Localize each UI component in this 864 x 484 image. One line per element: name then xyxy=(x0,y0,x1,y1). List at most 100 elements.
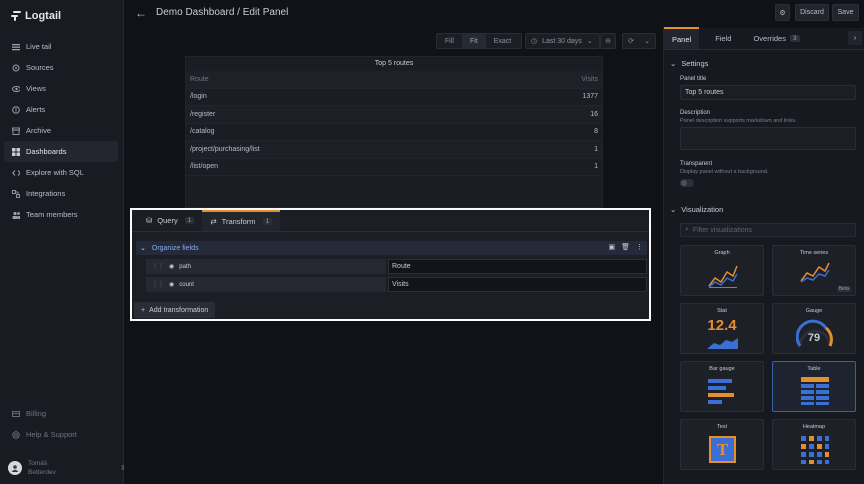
settings-button[interactable]: ⚙ xyxy=(775,4,790,21)
panel-preview-title: Top 5 routes xyxy=(374,60,414,67)
table-row: /register 16 xyxy=(186,106,602,124)
column-header-visits[interactable]: Visits xyxy=(581,76,598,83)
sidebar-item-label: Team members xyxy=(26,210,78,219)
sidebar-item-label: Alerts xyxy=(26,105,46,114)
tab-field[interactable]: Field xyxy=(707,27,739,49)
eye-icon[interactable]: ◉ xyxy=(169,263,174,270)
top-bar: ← Demo Dashboard / Edit Panel ⚙ Discard … xyxy=(125,0,864,26)
settings-section-header[interactable]: ⌄ Settings xyxy=(670,59,708,68)
sidebar-item-billing[interactable]: Billing xyxy=(4,403,118,424)
column-header-route[interactable]: Route xyxy=(190,76,209,83)
view-mode-exact[interactable]: Exact xyxy=(486,34,520,48)
sidebar-item-team-members[interactable]: Team members xyxy=(4,204,118,225)
gauge-viz-sample: 79 xyxy=(807,332,821,344)
page-title: Demo Dashboard / Edit Panel xyxy=(156,7,289,18)
cell-route: /project/purchasing/list xyxy=(190,145,260,153)
viz-card-text[interactable]: Text T xyxy=(680,419,764,470)
viz-card-stat[interactable]: Stat 12.4 xyxy=(680,303,764,354)
visualization-section-title: Visualization xyxy=(681,205,724,214)
transparent-toggle[interactable] xyxy=(680,179,694,187)
drag-handle-icon[interactable]: ⋮⋮ xyxy=(152,263,164,270)
transformation-header[interactable]: ⌄ Organize fields ▣ 🗑 ⋮ xyxy=(136,241,647,255)
sidebar-item-views[interactable]: Views xyxy=(4,78,118,99)
debug-icon[interactable]: ▣ xyxy=(608,243,615,251)
sidebar-item-archive[interactable]: Archive xyxy=(4,120,118,141)
viz-card-gauge[interactable]: Gauge 79 xyxy=(772,303,856,354)
viz-card-graph[interactable]: Graph xyxy=(680,245,764,296)
user-name: Tomáš xyxy=(28,460,48,467)
description-textarea[interactable] xyxy=(680,127,856,150)
drag-handle-icon[interactable]: ⋮⋮ xyxy=(152,281,164,288)
viz-name: Gauge xyxy=(805,308,823,314)
tab-label: Overrides xyxy=(753,33,786,43)
field-name-cell: ⋮⋮ ◉ path xyxy=(146,259,386,274)
view-mode-fill[interactable]: Fill xyxy=(437,34,462,48)
clock-icon: ◷ xyxy=(531,38,538,45)
user-menu[interactable]: Tomáš Betterdev ⇕ xyxy=(8,459,126,477)
sidebar-item-alerts[interactable]: Alerts xyxy=(4,99,118,120)
collapse-pane-button[interactable]: › xyxy=(848,31,862,45)
help-icon xyxy=(12,430,20,439)
sidebar-item-dashboards[interactable]: Dashboards xyxy=(4,141,118,162)
cell-visits: 1 xyxy=(594,163,598,171)
visualization-search-input[interactable]: ⌕ Filter visualizations xyxy=(680,223,856,237)
field-row: ⋮⋮ ◉ path Route xyxy=(146,259,647,274)
tab-label: Query xyxy=(157,216,178,225)
discard-button[interactable]: Discard xyxy=(795,4,829,21)
sidebar-item-label: Help & Support xyxy=(26,430,77,439)
viz-card-table[interactable]: Table xyxy=(772,361,856,412)
add-transformation-label: Add transformation xyxy=(149,306,209,314)
save-button[interactable]: Save xyxy=(832,4,859,21)
cell-route: /register xyxy=(190,110,216,118)
field-rename-input[interactable]: Visits xyxy=(388,277,647,292)
cell-route: /list/open xyxy=(190,163,219,171)
sidebar-item-live-tail[interactable]: Live tail xyxy=(4,36,118,57)
viz-card-time-series[interactable]: Time series Beta xyxy=(772,245,856,296)
stat-viz-sample: 12.4 xyxy=(707,317,737,334)
field-rename-input[interactable]: Route xyxy=(388,259,647,274)
add-transformation-button[interactable]: + Add transformation xyxy=(134,302,216,318)
tab-label: Transform xyxy=(221,217,256,226)
cell-visits: 1377 xyxy=(582,93,598,101)
tab-query[interactable]: ⛁ Query 1 xyxy=(138,210,202,231)
search-icon: ⌕ xyxy=(685,226,689,233)
sidebar-item-integrations[interactable]: Integrations xyxy=(4,183,118,204)
table-row: /project/purchasing/list 1 xyxy=(186,141,602,159)
drag-handle-icon[interactable]: ⋮ xyxy=(636,243,643,251)
table-header-row: Route Visits xyxy=(186,71,602,89)
sidebar-item-explore-sql[interactable]: Explore with SQL xyxy=(4,162,118,183)
sidebar-item-help[interactable]: Help & Support xyxy=(4,424,118,445)
zoom-out-button[interactable]: ⊖ xyxy=(600,33,616,49)
cell-route: /catalog xyxy=(190,128,215,136)
panel-title-input[interactable]: Top 5 routes xyxy=(680,85,856,100)
field-name: path xyxy=(179,263,191,270)
gear-icon: ⚙ xyxy=(779,9,786,17)
cell-route: /login xyxy=(190,93,207,101)
refresh-icon: ⟳ xyxy=(628,38,634,45)
logtail-logo[interactable]: Logtail xyxy=(11,10,61,22)
description-hint: Panel description supports markdown and … xyxy=(680,118,797,124)
tab-panel[interactable]: Panel xyxy=(664,27,700,49)
sidebar-item-sources[interactable]: Sources xyxy=(4,57,118,78)
bar-gauge-viz-icon xyxy=(708,379,734,404)
sidebar-nav: Live tail Sources Views Alerts Archive D… xyxy=(4,36,118,225)
sidebar: Logtail Live tail Sources Views Alerts A… xyxy=(0,0,126,484)
viz-card-heatmap[interactable]: Heatmap xyxy=(772,419,856,470)
visualization-section-header[interactable]: ⌄ Visualization xyxy=(670,205,723,214)
settings-section-title: Settings xyxy=(681,59,709,68)
trash-icon[interactable]: 🗑 xyxy=(621,243,630,251)
viz-card-bar-gauge[interactable]: Bar gauge xyxy=(680,361,764,412)
sidebar-item-label: Views xyxy=(26,84,46,93)
refresh-button[interactable]: ⟳ ⌄ xyxy=(622,33,656,49)
sidebar-item-label: Explore with SQL xyxy=(26,168,84,177)
tab-transform[interactable]: ⇄ Transform 1 xyxy=(202,210,281,231)
view-mode-fit[interactable]: Fit xyxy=(461,34,486,48)
eye-icon[interactable]: ◉ xyxy=(169,281,174,288)
sources-icon xyxy=(12,64,20,72)
transparent-label: Transparent xyxy=(680,161,713,167)
chevron-right-icon: › xyxy=(853,34,857,42)
tab-overrides[interactable]: Overrides 3 xyxy=(745,27,807,49)
back-arrow-icon[interactable]: ← xyxy=(135,6,147,20)
time-range-picker[interactable]: ◷ Last 30 days ⌄ xyxy=(525,33,600,49)
beta-badge: Beta xyxy=(836,286,851,292)
